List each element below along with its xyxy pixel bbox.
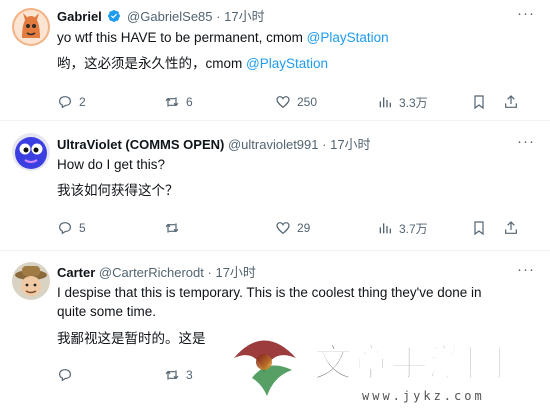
reply-count: 2 bbox=[79, 95, 86, 109]
tweet-text-line: 我该如何获得这个？ bbox=[57, 183, 179, 198]
timestamp[interactable]: 17小时 bbox=[330, 137, 370, 152]
reply-button[interactable] bbox=[57, 366, 79, 384]
mention-link[interactable]: @PlayStation bbox=[307, 30, 389, 45]
like-icon bbox=[276, 96, 290, 109]
tweet-text-line: quite some time. bbox=[57, 304, 157, 319]
reply-button[interactable]: 2 bbox=[57, 93, 86, 111]
tweet-gabriel[interactable]: Gabriel @GabrielSe85 · 17小时 ··· yo wtf t… bbox=[0, 0, 550, 121]
tweet-text-line: I despise that this is temporary. This i… bbox=[57, 285, 482, 300]
bookmark-icon bbox=[474, 221, 484, 236]
bookmark-button[interactable] bbox=[471, 219, 493, 237]
repost-button[interactable]: 6 bbox=[164, 93, 193, 111]
avatar[interactable] bbox=[12, 133, 50, 171]
mention-link[interactable]: @PlayStation bbox=[246, 56, 328, 71]
share-icon bbox=[505, 221, 517, 234]
view-count: 3.7万 bbox=[399, 221, 428, 236]
tweet-header: Carter @CarterRicherodt · 17小时 bbox=[57, 265, 256, 281]
views-button[interactable]: 3.3万 bbox=[377, 93, 428, 111]
like-count: 29 bbox=[297, 221, 311, 235]
author-name[interactable]: Gabriel bbox=[57, 9, 102, 24]
separator-dot: · bbox=[216, 9, 221, 24]
action-bar: 2 6 250 3.3万 bbox=[57, 93, 527, 111]
watermark-url: www.jykz.com bbox=[362, 389, 485, 403]
author-name[interactable]: UltraViolet (COMMS OPEN) bbox=[57, 137, 224, 152]
view-count: 3.3万 bbox=[399, 95, 428, 110]
watermark-overlay: 文章手游网 www.jykz.com bbox=[212, 318, 550, 405]
author-handle[interactable]: @CarterRicherodt bbox=[99, 265, 204, 280]
repost-count: 6 bbox=[186, 95, 193, 109]
repost-icon bbox=[165, 97, 179, 107]
tweet-text-line: yo wtf this HAVE to be permanent, cmom @… bbox=[57, 30, 389, 45]
author-handle[interactable]: @GabrielSe85 bbox=[127, 9, 212, 24]
more-icon[interactable]: ··· bbox=[516, 134, 536, 153]
watermark-title: 文章手游网 bbox=[314, 341, 504, 385]
more-icon[interactable]: ··· bbox=[516, 6, 536, 25]
avatar[interactable] bbox=[12, 8, 50, 46]
author-name[interactable]: Carter bbox=[57, 265, 95, 280]
share-button[interactable] bbox=[503, 93, 525, 111]
views-icon bbox=[379, 97, 391, 108]
views-button[interactable]: 3.7万 bbox=[377, 219, 428, 237]
repost-count: 3 bbox=[186, 368, 193, 382]
action-bar: 5 29 3.7万 bbox=[57, 219, 527, 237]
like-button[interactable]: 29 bbox=[275, 219, 310, 237]
tweet-text-line: 我鄙视这是暂时的。这是 bbox=[57, 331, 206, 346]
like-button[interactable]: 250 bbox=[275, 93, 317, 111]
share-button[interactable] bbox=[503, 219, 525, 237]
reply-icon bbox=[59, 96, 71, 109]
reply-icon bbox=[59, 369, 71, 382]
bookmark-icon bbox=[474, 95, 484, 110]
share-icon bbox=[505, 95, 517, 108]
tweet-text-line: How do I get this? bbox=[57, 157, 166, 172]
like-icon bbox=[276, 222, 290, 235]
avatar[interactable] bbox=[12, 262, 50, 300]
repost-icon bbox=[165, 370, 179, 380]
more-icon[interactable]: ··· bbox=[516, 262, 536, 281]
views-icon bbox=[379, 223, 391, 234]
timestamp[interactable]: 17小时 bbox=[215, 265, 255, 280]
reply-icon bbox=[59, 222, 71, 235]
verified-badge-icon bbox=[108, 10, 121, 22]
repost-button[interactable]: 3 bbox=[164, 366, 193, 384]
tweet-text-line: 哟，这必须是永久性的，cmom @PlayStation bbox=[57, 56, 328, 71]
separator-dot: · bbox=[322, 137, 327, 152]
timestamp[interactable]: 17小时 bbox=[224, 9, 264, 24]
bookmark-button[interactable] bbox=[471, 93, 493, 111]
separator-dot: · bbox=[207, 265, 212, 280]
like-count: 250 bbox=[297, 95, 318, 109]
reply-button[interactable]: 5 bbox=[57, 219, 86, 237]
tweet-header: Gabriel @GabrielSe85 · 17小时 bbox=[57, 9, 265, 25]
watermark-logo: 文章手游网 www.jykz.com bbox=[226, 324, 505, 403]
repost-icon bbox=[165, 223, 179, 233]
repost-button[interactable] bbox=[164, 219, 186, 237]
tweet-ultraviolet[interactable]: UltraViolet (COMMS OPEN) @ultraviolet991… bbox=[0, 121, 550, 251]
tweet-header: UltraViolet (COMMS OPEN) @ultraviolet991… bbox=[57, 137, 371, 153]
author-handle[interactable]: @ultraviolet991 bbox=[228, 137, 319, 152]
reply-count: 5 bbox=[79, 221, 86, 235]
